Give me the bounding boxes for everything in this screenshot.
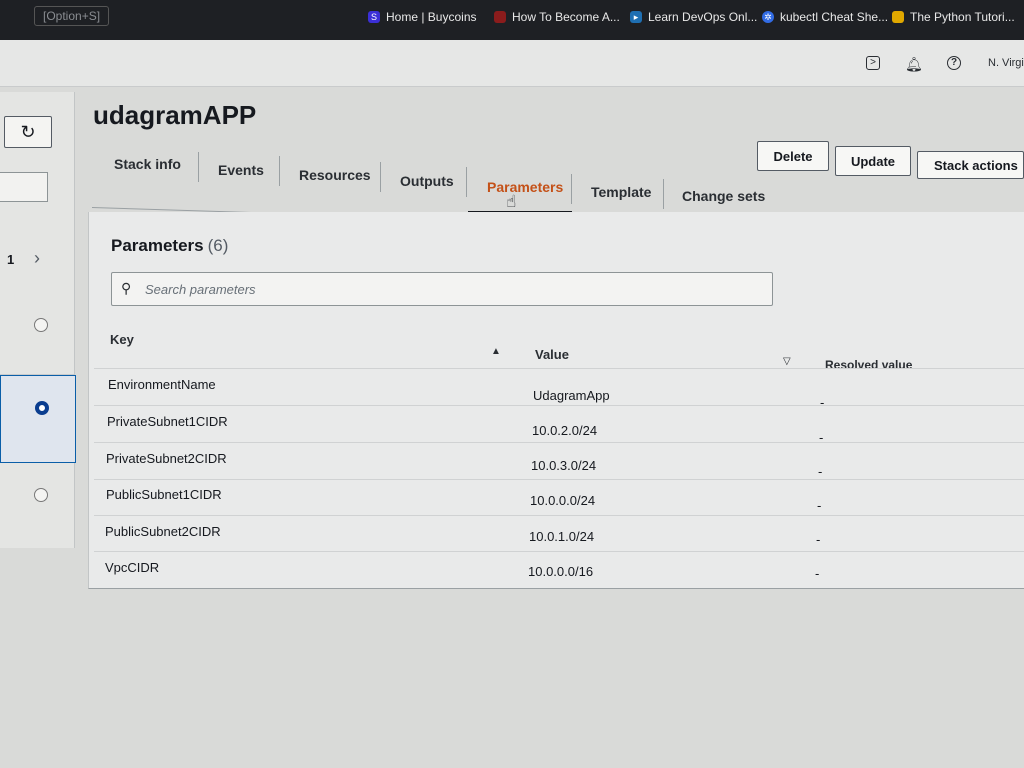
- table-row: PrivateSubnet2CIDR 10.0.3.0/24 -: [94, 442, 1024, 479]
- stacks-list-panel: ↻ 1 ›: [0, 92, 76, 548]
- param-value: UdagramApp: [533, 388, 610, 403]
- param-resolved-value: -: [815, 566, 820, 581]
- cloudshell-icon[interactable]: >: [866, 56, 880, 70]
- search-parameters-field[interactable]: ⚲ Search parameters: [111, 272, 773, 306]
- region-selector[interactable]: N. Virgin: [988, 57, 1024, 69]
- stack-actions-button[interactable]: Stack actions ▼: [917, 151, 1024, 179]
- parameters-heading: Parameters (6): [111, 236, 228, 256]
- bookmark-label: Home | Buycoins: [386, 10, 477, 24]
- parameters-count: (6): [207, 236, 229, 255]
- tab-events[interactable]: Events: [218, 162, 264, 178]
- refresh-button[interactable]: ↻: [4, 116, 52, 148]
- param-value: 10.0.0.0/24: [530, 493, 596, 508]
- param-resolved-value: -: [817, 498, 822, 513]
- bookmark-label: The Python Tutori...: [910, 10, 1015, 24]
- stack-radio-selected[interactable]: [35, 401, 49, 415]
- sort-descending-icon[interactable]: ▽: [783, 356, 791, 367]
- param-value: 10.0.1.0/24: [529, 529, 595, 544]
- bookmark-label: Learn DevOps Onl...: [648, 10, 758, 24]
- param-key: VpcCIDR: [105, 560, 160, 575]
- param-value: 10.0.2.0/24: [532, 423, 598, 438]
- param-key: PrivateSubnet1CIDR: [107, 414, 228, 429]
- search-placeholder: Search parameters: [145, 282, 256, 297]
- param-resolved-value: -: [816, 532, 821, 547]
- bookmark-favicon-icon: [494, 11, 506, 23]
- tab-change-sets[interactable]: Change sets: [682, 188, 765, 204]
- help-icon[interactable]: ?: [947, 56, 961, 70]
- tab-parameters[interactable]: Parameters: [487, 179, 563, 195]
- param-key: PublicSubnet2CIDR: [105, 524, 221, 539]
- table-row: PrivateSubnet1CIDR 10.0.2.0/24 -: [94, 405, 1024, 445]
- bookmark-how-to-become[interactable]: How To Become A...: [494, 10, 620, 24]
- bookmarks-bar: [Option+S] S Home | Buycoins How To Beco…: [0, 0, 1024, 40]
- console-header: > 🔔︎ ? N. Virgin: [0, 40, 1024, 87]
- param-resolved-value: -: [818, 464, 823, 479]
- bookmark-label: How To Become A...: [512, 10, 620, 24]
- refresh-icon: ↻: [20, 122, 36, 142]
- table-row: EnvironmentName UdagramApp -: [94, 368, 1024, 410]
- bookmark-label: kubectl Cheat She...: [780, 10, 889, 24]
- bookmark-learn-devops[interactable]: ▸ Learn DevOps Onl...: [630, 10, 757, 24]
- sort-ascending-icon[interactable]: ▲: [491, 346, 501, 357]
- search-icon: ⚲: [121, 280, 132, 296]
- table-row: PublicSubnet1CIDR 10.0.0.0/24 -: [94, 479, 1024, 516]
- page-title: udagramAPP: [93, 100, 257, 130]
- param-key: EnvironmentName: [108, 377, 216, 392]
- python-icon: [892, 11, 904, 23]
- bookmark-kubectl[interactable]: ✲ kubectl Cheat She...: [762, 10, 888, 24]
- pointer-cursor-icon: ☝︎: [506, 192, 517, 211]
- kubernetes-icon: ✲: [762, 11, 774, 23]
- param-value: 10.0.0.0/16: [528, 564, 594, 579]
- buycoins-icon: S: [368, 11, 380, 23]
- stack-radio[interactable]: [34, 318, 48, 332]
- table-row: VpcCIDR 10.0.0.0/16 -: [94, 551, 1024, 588]
- column-header-key[interactable]: Key: [110, 332, 134, 347]
- play-icon: ▸: [630, 11, 642, 23]
- bookmark-python-tutorial[interactable]: The Python Tutori...: [892, 10, 1015, 24]
- update-button[interactable]: Update: [835, 146, 911, 176]
- tab-divider: [198, 152, 199, 182]
- delete-button[interactable]: Delete: [757, 141, 829, 171]
- stack-row-selected[interactable]: [0, 375, 76, 463]
- param-key: PublicSubnet1CIDR: [106, 487, 222, 502]
- bell-icon[interactable]: 🔔︎: [905, 56, 923, 72]
- tab-template[interactable]: Template: [591, 184, 651, 200]
- stack-filter-input[interactable]: [0, 172, 48, 202]
- search-shortcut-hint: [Option+S]: [34, 6, 110, 26]
- pagination-page-number[interactable]: 1: [7, 252, 14, 267]
- bookmark-buycoins[interactable]: S Home | Buycoins: [368, 10, 477, 24]
- stack-actions-label: Stack actions: [934, 157, 1018, 173]
- tab-divider: [466, 167, 467, 197]
- parameters-title: Parameters: [111, 236, 204, 255]
- param-value: 10.0.3.0/24: [531, 458, 597, 473]
- tab-divider: [571, 174, 572, 204]
- tab-stack-info[interactable]: Stack info: [114, 156, 181, 172]
- column-header-value[interactable]: Value: [535, 347, 569, 362]
- stack-radio[interactable]: [34, 488, 48, 502]
- table-row: PublicSubnet2CIDR 10.0.1.0/24 -: [94, 515, 1024, 552]
- stack-tabs: Stack info Events Resources Outputs Para…: [92, 150, 782, 214]
- tab-resources[interactable]: Resources: [299, 167, 371, 183]
- tab-outputs[interactable]: Outputs: [400, 173, 454, 189]
- tab-divider: [663, 179, 664, 209]
- tab-divider: [279, 156, 280, 186]
- tab-divider: [380, 162, 381, 192]
- stack-row[interactable]: [0, 462, 74, 548]
- stack-row[interactable]: [0, 288, 74, 375]
- chevron-right-icon[interactable]: ›: [34, 248, 40, 269]
- param-key: PrivateSubnet2CIDR: [106, 451, 227, 466]
